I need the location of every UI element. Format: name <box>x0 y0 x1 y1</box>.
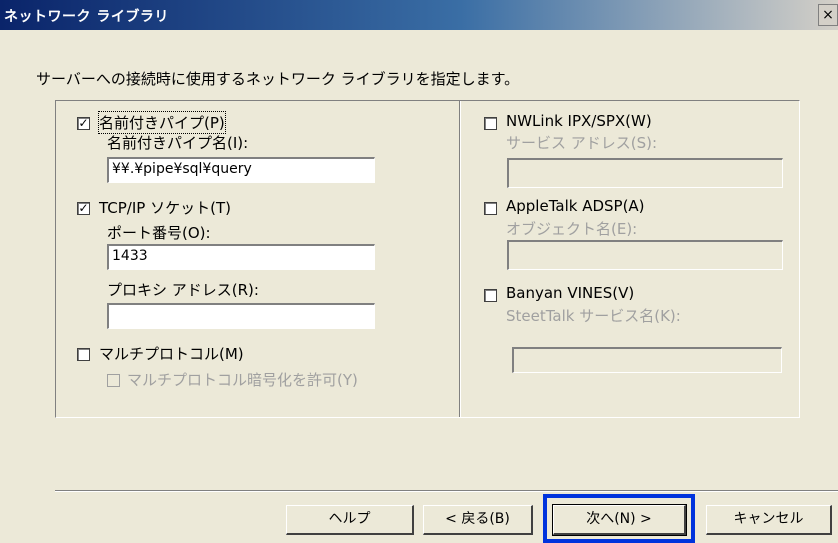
multiprotocol-label[interactable]: マルチプロトコル(M) <box>99 343 244 364</box>
named-pipe-label[interactable]: 名前付きパイプ(P) <box>98 111 226 134</box>
named-pipe-name-field[interactable]: ¥¥.¥pipe¥sql¥query <box>107 157 375 183</box>
banyan-label[interactable]: Banyan VINES(V) <box>506 284 634 302</box>
streettalk-label: SteetTalk サービス名(K): <box>506 307 681 325</box>
tcpip-label[interactable]: TCP/IP ソケット(T) <box>99 197 231 218</box>
instruction-text: サーバーへの接続時に使用するネットワーク ライブラリを指定します。 <box>36 70 520 88</box>
back-button[interactable]: < 戻る(B) <box>423 505 533 535</box>
close-icon[interactable]: × <box>818 4 838 26</box>
port-number-field[interactable]: 1433 <box>107 244 375 270</box>
panel-divider <box>459 101 461 417</box>
multiprotocol-encrypt-checkbox <box>107 374 120 387</box>
nwlink-label[interactable]: NWLink IPX/SPX(W) <box>506 112 652 130</box>
network-library-dialog: ネットワーク ライブラリ × サーバーへの接続時に使用するネットワーク ライブラ… <box>0 0 838 543</box>
object-name-field <box>507 240 783 270</box>
proxy-address-field[interactable] <box>107 303 375 329</box>
proxy-address-label: プロキシ アドレス(R): <box>107 281 259 299</box>
banyan-checkbox[interactable] <box>484 289 497 302</box>
button-separator <box>55 490 838 492</box>
appletalk-label[interactable]: AppleTalk ADSP(A) <box>506 197 645 215</box>
streettalk-field <box>512 347 782 373</box>
named-pipe-name-label: 名前付きパイプ名(I): <box>107 134 249 152</box>
title-bar: ネットワーク ライブラリ × <box>0 0 838 30</box>
window-title: ネットワーク ライブラリ <box>4 9 169 25</box>
multiprotocol-checkbox[interactable] <box>77 348 90 361</box>
service-address-label: サービス アドレス(S): <box>506 134 658 152</box>
tcpip-checkbox[interactable]: ✓ <box>77 202 90 215</box>
multiprotocol-encrypt-label: マルチプロトコル暗号化を許可(Y) <box>127 371 358 389</box>
appletalk-checkbox[interactable] <box>484 202 497 215</box>
object-name-label: オブジェクト名(E): <box>506 220 638 238</box>
named-pipe-checkbox[interactable]: ✓ <box>77 117 90 130</box>
next-button-highlight <box>543 494 695 543</box>
port-number-label: ポート番号(O): <box>107 224 211 242</box>
nwlink-checkbox[interactable] <box>484 117 497 130</box>
library-options-panel: ✓ 名前付きパイプ(P) 名前付きパイプ名(I): ¥¥.¥pipe¥sql¥q… <box>55 100 800 418</box>
service-address-field <box>507 158 783 188</box>
help-button[interactable]: ヘルプ <box>286 505 414 535</box>
cancel-button[interactable]: キャンセル <box>706 505 832 535</box>
